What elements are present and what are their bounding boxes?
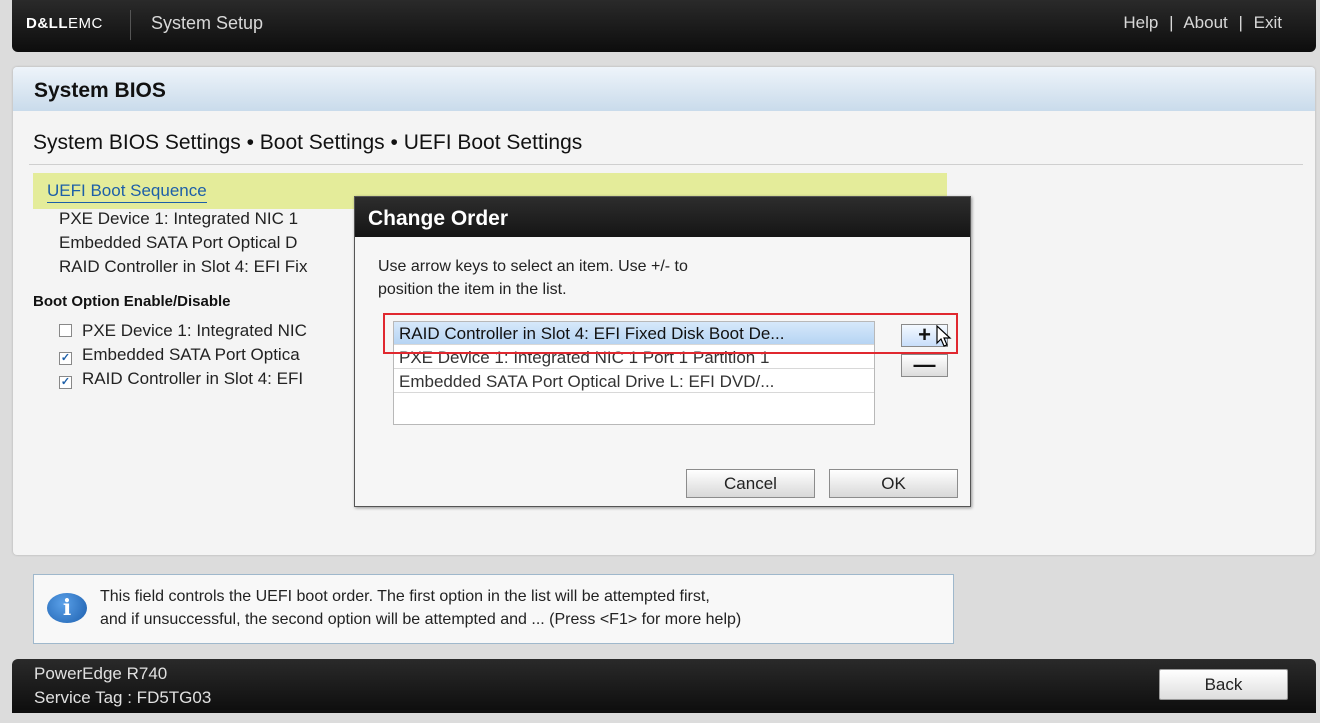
help-text: This field controls the UEFI boot order.… <box>100 585 741 631</box>
help-text-line: and if unsuccessful, the second option w… <box>100 611 742 628</box>
help-link[interactable]: Help <box>1123 13 1158 32</box>
help-info-bar: i This field controls the UEFI boot orde… <box>33 574 954 644</box>
boot-sequence-item: Embedded SATA Port Optical D <box>59 233 298 252</box>
checkbox-checked[interactable]: ✓ <box>59 352 72 365</box>
boot-option-row[interactable]: ✓ RAID Controller in Slot 4: EFI <box>59 369 303 389</box>
top-links: Help | About | Exit <box>1123 13 1282 33</box>
exit-link[interactable]: Exit <box>1254 13 1282 32</box>
brand-dell: D&LL <box>26 15 68 32</box>
page-title: System BIOS <box>34 79 166 102</box>
app-title: System Setup <box>151 13 264 33</box>
dialog-title: Change Order <box>368 207 509 230</box>
info-icon: i <box>47 593 87 623</box>
dell-emc-logo: D&LLEMC <box>26 15 103 32</box>
divider <box>29 164 1303 165</box>
ok-button[interactable]: OK <box>829 469 958 498</box>
breadcrumb: System BIOS Settings • Boot Settings • U… <box>33 131 583 154</box>
move-down-minus-button[interactable]: — <box>901 354 948 377</box>
boot-option-label: PXE Device 1: Integrated NIC <box>82 321 307 340</box>
boot-option-label: RAID Controller in Slot 4: EFI <box>82 369 304 388</box>
panel-header: System BIOS <box>13 67 1315 111</box>
link-separator: | <box>1169 13 1174 32</box>
dialog-title-bar: Change Order <box>355 197 970 237</box>
back-button[interactable]: Back <box>1159 669 1288 700</box>
dialog-message: Use arrow keys to select an item. Use +/… <box>378 255 818 301</box>
boot-option-label: Embedded SATA Port Optica <box>82 345 300 364</box>
boot-option-row[interactable]: ✓ Embedded SATA Port Optica <box>59 345 300 365</box>
list-item[interactable]: PXE Device 1: Integrated NIC 1 Port 1 Pa… <box>394 346 874 369</box>
brand-emc: EMC <box>68 15 103 32</box>
list-item-selected[interactable]: RAID Controller in Slot 4: EFI Fixed Dis… <box>394 322 874 345</box>
mouse-cursor-icon <box>936 325 952 347</box>
boot-sequence-item: RAID Controller in Slot 4: EFI Fix <box>59 257 308 276</box>
checkbox-unchecked[interactable] <box>59 324 72 337</box>
help-text-line: This field controls the UEFI boot order.… <box>100 588 710 605</box>
dialog-message-line: position the item in the list. <box>378 281 567 298</box>
change-order-dialog: Change Order Use arrow keys to select an… <box>354 196 971 507</box>
link-separator: | <box>1238 13 1243 32</box>
about-link[interactable]: About <box>1183 13 1227 32</box>
boot-option-section-title: Boot Option Enable/Disable <box>33 293 231 310</box>
service-tag: Service Tag : FD5TG03 <box>34 688 212 707</box>
boot-option-row[interactable]: PXE Device 1: Integrated NIC <box>59 321 307 341</box>
dialog-message-line: Use arrow keys to select an item. Use +/… <box>378 258 688 275</box>
system-model: PowerEdge R740 <box>34 664 168 683</box>
cancel-button[interactable]: Cancel <box>686 469 815 498</box>
boot-order-list[interactable]: RAID Controller in Slot 4: EFI Fixed Dis… <box>393 321 875 425</box>
brand-divider <box>130 10 131 40</box>
boot-sequence-link[interactable]: UEFI Boot Sequence <box>47 181 207 203</box>
boot-sequence-item: PXE Device 1: Integrated NIC 1 <box>59 209 299 228</box>
list-item[interactable]: Embedded SATA Port Optical Drive L: EFI … <box>394 370 874 393</box>
checkbox-checked[interactable]: ✓ <box>59 376 72 389</box>
top-bar: D&LLEMC System Setup Help | About | Exit <box>12 0 1316 52</box>
footer-bar: PowerEdge R740 Service Tag : FD5TG03 Bac… <box>12 659 1316 713</box>
